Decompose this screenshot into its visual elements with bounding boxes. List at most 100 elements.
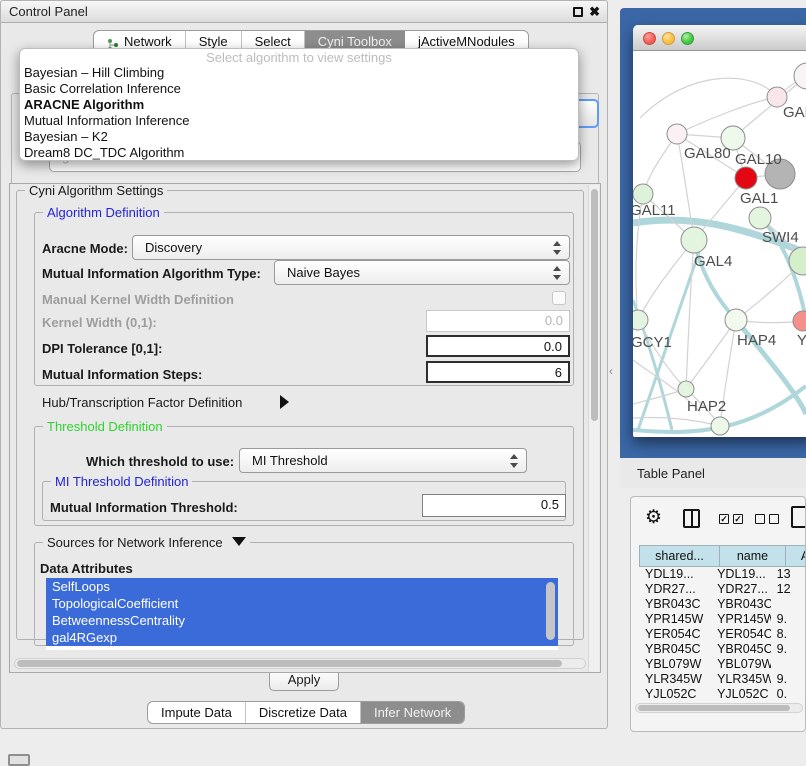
column-header[interactable]: shared... [639, 545, 719, 567]
table-row[interactable]: YPR145WYPR145W9. [639, 612, 806, 627]
algorithm-option[interactable]: Bayesian – K2 [20, 129, 578, 145]
group-title: Threshold Definition [43, 419, 167, 434]
node-label: GAL1 [740, 190, 778, 207]
tab-label: Impute Data [161, 702, 232, 723]
float-window-icon[interactable] [573, 7, 583, 17]
mi-type-combo[interactable]: Naive Bayes [274, 260, 570, 285]
close-icon[interactable]: ✖ [589, 3, 600, 21]
table-cell [771, 597, 806, 612]
mi-threshold-field[interactable]: 0.5 [422, 494, 566, 517]
node-label: GAL10 [735, 151, 782, 168]
dpi-tolerance-field[interactable]: 0.0 [426, 335, 570, 357]
node-label: GAL4 [694, 253, 732, 270]
table-row[interactable]: YER054CYER054C8. [639, 627, 806, 642]
network-tree-icon [107, 36, 119, 48]
table-cell: YLR345W [711, 672, 771, 687]
tab-discretize-data[interactable]: Discretize Data [246, 702, 361, 723]
node-label: GAL80 [684, 145, 731, 162]
stepper-arrows-icon [553, 240, 562, 256]
node-label: SWI4 [762, 229, 799, 246]
cyni-settings-pane: Cyni Algorithm Settings Algorithm Defini… [9, 183, 601, 673]
table-cell: YLR345W [639, 672, 711, 687]
document-icon[interactable] [791, 506, 806, 528]
table-row[interactable]: YBL079WYBL079W [639, 657, 806, 672]
which-threshold-combo[interactable]: MI Threshold [239, 448, 527, 473]
table-row[interactable]: YDR27...YDR27...12 [639, 582, 806, 597]
tab-infer-network[interactable]: Infer Network [361, 702, 464, 723]
collapsed-panel-icon[interactable] [8, 754, 30, 766]
horizontal-scrollbar[interactable] [14, 658, 586, 669]
minimize-traffic-light-icon[interactable] [662, 32, 675, 45]
attribute-list-item[interactable]: SelfLoops [46, 578, 558, 595]
table-row[interactable]: YBR043CYBR043C [639, 597, 806, 612]
table-cell: YPR145W [639, 612, 711, 627]
network-node[interactable] [725, 309, 747, 331]
manual-kernel-checkbox[interactable] [552, 291, 566, 305]
scrollbar-thumb[interactable] [591, 189, 598, 421]
gear-icon[interactable]: ⚙ [645, 506, 662, 529]
aracne-mode-combo[interactable]: Discovery [132, 235, 570, 260]
collapse-down-icon[interactable] [232, 537, 246, 546]
group-title: Cyni Algorithm Settings [25, 183, 167, 198]
table-row[interactable]: YDL19...YDL19...13 [639, 567, 806, 582]
table-cell: 9. [771, 612, 806, 627]
node-label: HAP4 [737, 332, 776, 349]
scrollbar-thumb[interactable] [17, 660, 562, 667]
attribute-list-item[interactable]: BetweennessCentrality [46, 612, 558, 629]
deselect-all-checkboxes-icon[interactable] [755, 514, 779, 524]
table-cell: YPR145W [711, 612, 771, 627]
scrollbar-thumb[interactable] [638, 705, 790, 711]
algorithm-option[interactable]: ARACNE Algorithm [20, 97, 578, 113]
network-node[interactable] [667, 124, 687, 144]
close-traffic-light-icon[interactable] [643, 32, 656, 45]
splitter-handle[interactable]: ‹ [609, 364, 613, 378]
hub-section-label[interactable]: Hub/Transcription Factor Definition [42, 395, 242, 410]
data-attributes-list[interactable]: SelfLoopsTopologicalCoefficientBetweenne… [46, 578, 558, 650]
table-row[interactable]: YLR345WYLR345W9. [639, 672, 806, 687]
network-node[interactable] [633, 310, 648, 330]
expand-right-icon[interactable] [280, 395, 289, 409]
zoom-traffic-light-icon[interactable] [681, 32, 694, 45]
node-label: GAL [783, 104, 806, 121]
list-scrollbar-thumb[interactable] [546, 582, 555, 640]
column-header[interactable]: name [719, 545, 785, 567]
algorithm-option[interactable]: Dream8 DC_TDC Algorithm [20, 145, 578, 161]
control-panel-window: Control Panel ✖ Network Style Select Cyn… [0, 0, 608, 729]
table-body: YDL19...YDL19...13YDR27...YDR27...12YBR0… [639, 567, 806, 701]
table-row[interactable]: YJL052CYJL052C0. [639, 687, 806, 701]
node-label: GCY1 [633, 334, 672, 351]
tab-label: Infer Network [374, 702, 451, 723]
table-cell: YDL19... [639, 567, 711, 582]
tab-impute-data[interactable]: Impute Data [148, 702, 246, 723]
table-panel-title: Table Panel [637, 466, 705, 481]
column-header[interactable]: A [785, 545, 806, 567]
split-columns-icon[interactable] [683, 509, 700, 528]
network-node[interactable] [681, 227, 707, 253]
table-cell: YJL052C [639, 687, 711, 701]
network-node[interactable] [749, 207, 771, 229]
network-node[interactable] [793, 311, 806, 331]
select-all-checkboxes-icon[interactable]: ✓✓ [719, 514, 743, 524]
node-label: GAL11 [633, 202, 676, 219]
table-cell: YJL052C [711, 687, 771, 701]
network-graph[interactable]: GALGAL80GAL10GAL1GAL11SWI4GAL4GCY1HAP4YH… [633, 51, 806, 437]
sources-title: Sources for Network Inference [47, 535, 223, 550]
combo-value: Discovery [145, 240, 202, 255]
node-label: HAP2 [687, 398, 726, 415]
table-cell: 8. [771, 627, 806, 642]
network-node[interactable] [735, 167, 757, 189]
algorithm-option[interactable]: Basic Correlation Inference [20, 81, 578, 97]
network-node[interactable] [633, 184, 653, 204]
network-node[interactable] [711, 417, 729, 435]
algorithm-option[interactable]: Mutual Information Inference [20, 113, 578, 129]
network-node[interactable] [678, 381, 694, 397]
vertical-scrollbar[interactable] [588, 185, 599, 673]
mi-steps-field[interactable]: 6 [426, 361, 570, 383]
algorithm-option[interactable]: Bayesian – Hill Climbing [20, 65, 578, 81]
kernel-width-field[interactable]: 0.0 [426, 310, 570, 332]
table-cell: YBR043C [639, 597, 711, 612]
attribute-list-item[interactable]: TopologicalCoefficient [46, 595, 558, 612]
table-row[interactable]: YBR045CYBR045C9. [639, 642, 806, 657]
table-horizontal-scrollbar[interactable] [635, 703, 803, 713]
attribute-list-item[interactable]: gal4RGexp [46, 629, 558, 646]
